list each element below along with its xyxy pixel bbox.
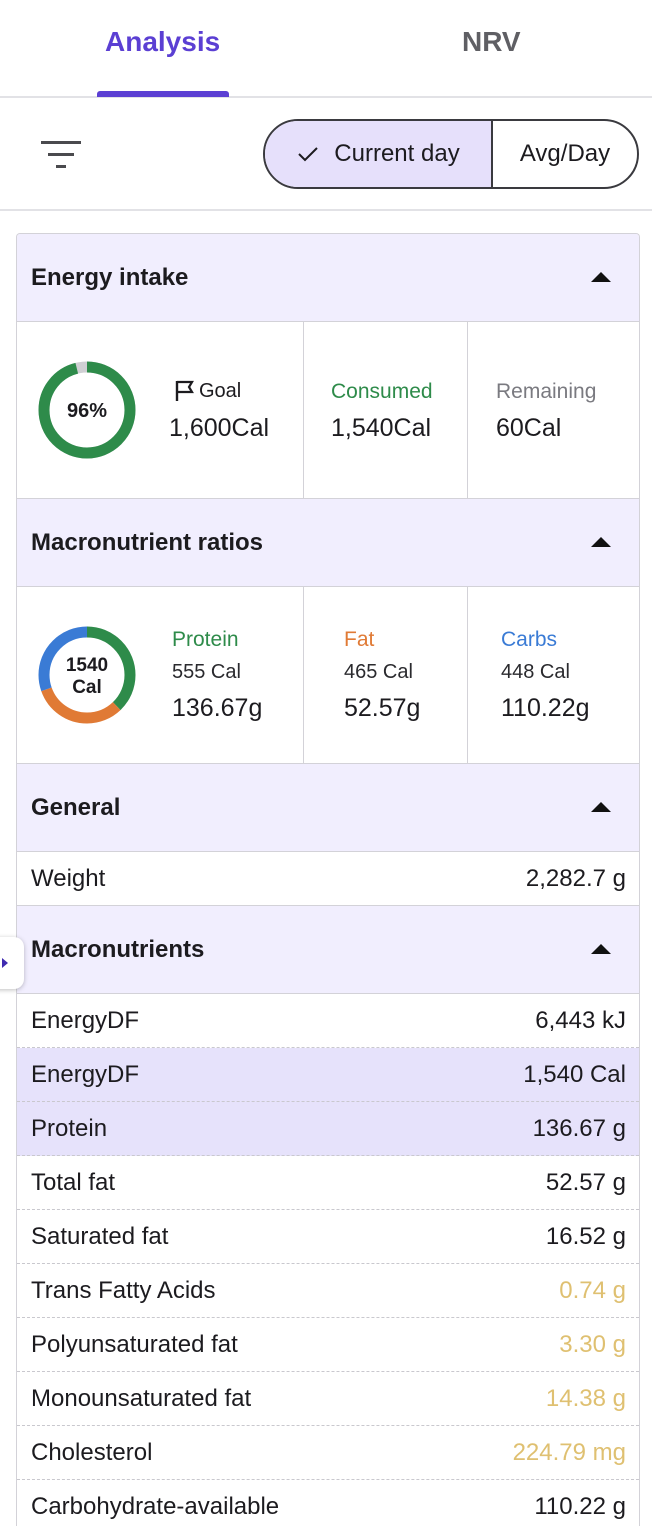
row-label: Cholesterol [31, 1439, 153, 1466]
collapse-icon[interactable] [591, 537, 611, 547]
macro-total-unit: Cal [72, 677, 102, 698]
row-label: Polyunsaturated fat [31, 1331, 238, 1358]
row-label: Weight [31, 865, 106, 892]
energy-intake-header[interactable]: Energy intake [17, 234, 639, 322]
goal-value: 1,600Cal [169, 414, 270, 442]
divider [303, 322, 304, 498]
table-row: Trans Fatty Acids 0.74 g [17, 1264, 639, 1318]
row-label: Trans Fatty Acids [31, 1277, 216, 1304]
tab-nrv[interactable]: NRV [462, 26, 521, 58]
energy-percent: 96% [66, 400, 108, 422]
macronutrients-title: Macronutrients [31, 936, 205, 963]
protein-grams: 136.67g [172, 694, 263, 722]
table-row: EnergyDF 6,443 kJ [17, 994, 639, 1048]
row-label: EnergyDF [31, 1007, 140, 1034]
row-label: Monounsaturated fat [31, 1385, 252, 1412]
consumed-label: Consumed [331, 380, 433, 403]
table-row: Saturated fat 16.52 g [17, 1210, 639, 1264]
collapse-icon[interactable] [591, 802, 611, 812]
row-value: 6,443 kJ [535, 1007, 626, 1034]
divider [467, 587, 468, 763]
macronutrient-summary: 1540 Cal Protein 555 Cal 136.67g Fat 465… [17, 587, 639, 764]
consumed-value: 1,540Cal [331, 414, 432, 442]
row-label: EnergyDF [31, 1061, 140, 1088]
protein-cal: 555 Cal [172, 661, 241, 683]
collapse-icon[interactable] [591, 272, 611, 282]
divider [303, 587, 304, 763]
collapse-icon[interactable] [591, 944, 611, 954]
row-value: 1,540 Cal [523, 1061, 626, 1088]
avg-day-label: Avg/Day [519, 140, 611, 167]
table-row: Protein 136.67 g [17, 1102, 639, 1156]
macronutrients-header[interactable]: Macronutrients [17, 906, 639, 994]
row-value: 14.38 g [545, 1385, 626, 1412]
current-day-label: Current day [334, 140, 460, 167]
current-day-button[interactable]: Current day [265, 121, 493, 187]
protein-label: Protein [172, 628, 239, 651]
macronutrient-ratios-title: Macronutrient ratios [31, 529, 264, 556]
check-icon [298, 147, 319, 162]
row-value: 2,282.7 g [525, 865, 626, 892]
row-value: 136.67 g [532, 1115, 626, 1142]
macronutrient-ratios-header[interactable]: Macronutrient ratios [17, 499, 639, 587]
remaining-value: 60Cal [496, 414, 562, 442]
energy-intake-summary: 96% Goal 1,600Cal Consumed 1,540Cal Rema… [17, 322, 639, 499]
energy-intake-title: Energy intake [31, 264, 189, 291]
fat-grams: 52.57g [344, 694, 421, 722]
row-value: 110.22 g [534, 1493, 626, 1520]
macro-total-value: 1540 [65, 655, 109, 676]
table-row: Monounsaturated fat 14.38 g [17, 1372, 639, 1426]
carbs-grams: 110.22g [501, 694, 590, 722]
row-value: 224.79 mg [512, 1439, 626, 1466]
row-label: Saturated fat [31, 1223, 169, 1250]
row-value: 0.74 g [559, 1277, 626, 1304]
table-row: Polyunsaturated fat 3.30 g [17, 1318, 639, 1372]
chevron-right-icon [2, 958, 8, 968]
table-row: Carbohydrate-available 110.22 g [17, 1480, 639, 1526]
filter-icon[interactable] [38, 138, 84, 172]
carbs-label: Carbs [501, 628, 558, 651]
flag-icon [175, 380, 194, 401]
row-value: 52.57 g [545, 1169, 626, 1196]
avg-day-button[interactable]: Avg/Day [493, 121, 637, 187]
divider [467, 322, 468, 498]
active-tab-indicator [97, 91, 229, 97]
row-label: Carbohydrate-available [31, 1493, 280, 1520]
carbs-cal: 448 Cal [501, 661, 570, 683]
remaining-label: Remaining [496, 380, 597, 403]
analysis-card: Energy intake 96% Goal 1,600Cal Consumed… [16, 233, 640, 1526]
fat-label: Fat [344, 628, 375, 651]
row-value: 3.30 g [559, 1331, 626, 1358]
toolbar: Current day Avg/Day [0, 100, 652, 211]
fat-cal: 465 Cal [344, 661, 413, 683]
table-row: EnergyDF 1,540 Cal [17, 1048, 639, 1102]
table-row: Total fat 52.57 g [17, 1156, 639, 1210]
table-row: Cholesterol 224.79 mg [17, 1426, 639, 1480]
row-label: Protein [31, 1115, 108, 1142]
row-label: Total fat [31, 1169, 116, 1196]
period-segmented-control: Current day Avg/Day [263, 119, 639, 189]
goal-label: Goal [199, 380, 242, 402]
general-title: General [31, 794, 121, 821]
tab-analysis[interactable]: Analysis [105, 26, 220, 58]
general-header[interactable]: General [17, 764, 639, 852]
table-row: Weight 2,282.7 g [17, 852, 639, 906]
row-value: 16.52 g [545, 1223, 626, 1250]
side-drawer-handle[interactable] [0, 937, 24, 989]
tab-bar: Analysis NRV [0, 0, 652, 98]
